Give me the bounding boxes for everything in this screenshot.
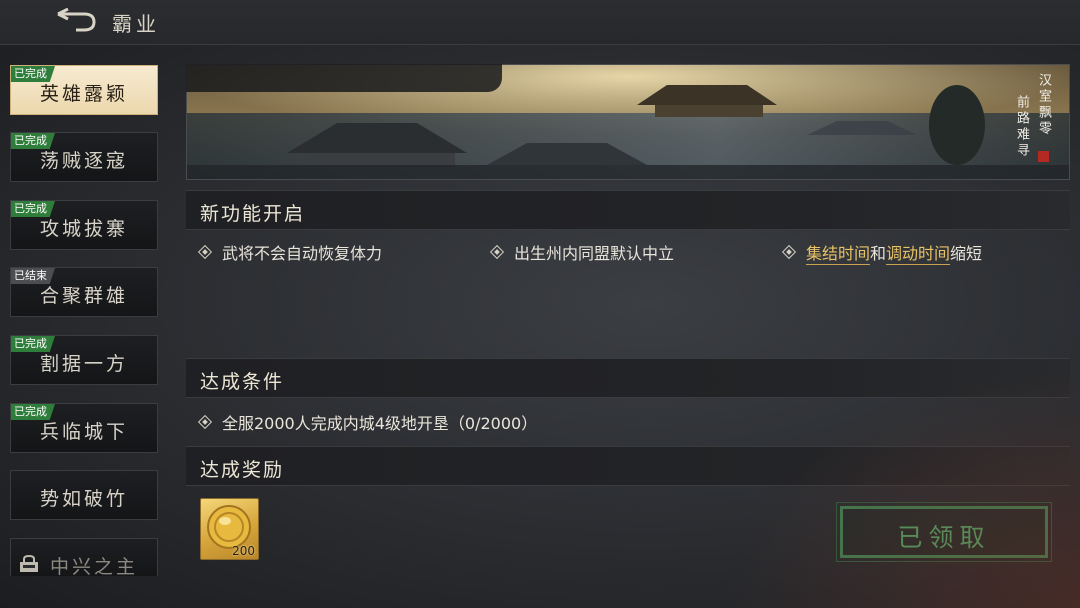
feature-text-suffix: 缩短: [950, 244, 983, 263]
rewards-title: 达成奖励: [200, 459, 285, 481]
features-header: 新功能开启: [186, 190, 1070, 230]
sidebar-item-label: 割据一方: [39, 353, 128, 375]
transfer-time-link[interactable]: 调动时间: [886, 244, 950, 263]
bullet-diamond-icon: [197, 244, 213, 260]
banner-caption-line2: 前路难寻: [1014, 95, 1029, 159]
back-button[interactable]: [54, 7, 100, 34]
sidebar-item-label: 合聚群雄: [39, 285, 128, 307]
rewards-header: 达成奖励: [186, 446, 1070, 486]
sidebar-item-restoration-lord[interactable]: 中兴之主: [10, 538, 158, 576]
banner-caption-line1: 汉室飘零: [1036, 73, 1051, 137]
feature-text: 武将不会自动恢复体力: [222, 244, 383, 263]
seal-stamp-icon: [1038, 151, 1049, 162]
conditions-title: 达成条件: [200, 371, 285, 393]
banner-caption: 汉室飘零 前路难寻: [1007, 73, 1051, 173]
sidebar-item-label: 兵临城下: [39, 421, 128, 443]
feature-item: 出生州内同盟默认中立: [489, 240, 675, 264]
sidebar-item-regional-rule[interactable]: 已完成 割据一方: [10, 335, 158, 385]
reward-item-gold[interactable]: 200: [200, 498, 259, 560]
claimed-button-label: 已领取: [897, 523, 991, 552]
features-title: 新功能开启: [200, 203, 306, 225]
rally-time-link[interactable]: 集结时间: [806, 244, 870, 263]
sidebar-item-label: 荡贼逐寇: [39, 150, 128, 172]
sidebar-item-label: 中兴之主: [49, 556, 138, 576]
bullet-diamond-icon: [781, 244, 797, 260]
top-bar: 霸业: [0, 0, 1080, 45]
condition-item: 全服2000人完成内城4级地开垦（0/2000）: [197, 410, 538, 434]
sidebar-item-unstoppable[interactable]: 势如破竹: [10, 470, 158, 520]
sidebar-item-label: 英雄露颖: [39, 83, 128, 105]
sidebar-item-label: 势如破竹: [39, 488, 128, 510]
bullet-diamond-icon: [489, 244, 505, 260]
condition-text: 全服2000人完成内城4级地开垦（0/2000）: [222, 414, 538, 433]
sidebar-item-storm-cities[interactable]: 已完成 攻城拔寨: [10, 200, 158, 250]
sidebar-item-gather-heroes[interactable]: 已结束 合聚群雄: [10, 267, 158, 317]
banner-tab-overlay: [186, 64, 502, 92]
claimed-button[interactable]: 已领取: [836, 502, 1052, 562]
sidebar-item-heroes-emerge[interactable]: 已完成 英雄露颖: [10, 65, 158, 115]
sidebar-item-suppress-bandits[interactable]: 已完成 荡贼逐寇: [10, 132, 158, 182]
reward-quantity: 200: [232, 544, 255, 558]
feature-text-connector: 和: [870, 244, 887, 263]
back-arrow-icon: [57, 7, 96, 32]
sidebar-item-siege-city[interactable]: 已完成 兵临城下: [10, 403, 158, 453]
background-glow: [720, 368, 1080, 608]
feature-text: 出生州内同盟默认中立: [514, 244, 675, 263]
feature-item: 集结时间和调动时间缩短: [781, 240, 983, 264]
page-title: 霸业: [112, 12, 160, 36]
bullet-diamond-icon: [197, 414, 213, 430]
conditions-header: 达成条件: [186, 358, 1070, 398]
feature-item: 武将不会自动恢复体力: [197, 240, 383, 264]
sidebar: 已完成 英雄露颖 已完成 荡贼逐寇 已完成 攻城拔寨 已结束 合聚群雄 已完成 …: [10, 64, 160, 576]
sidebar-item-label: 攻城拔寨: [39, 218, 128, 240]
